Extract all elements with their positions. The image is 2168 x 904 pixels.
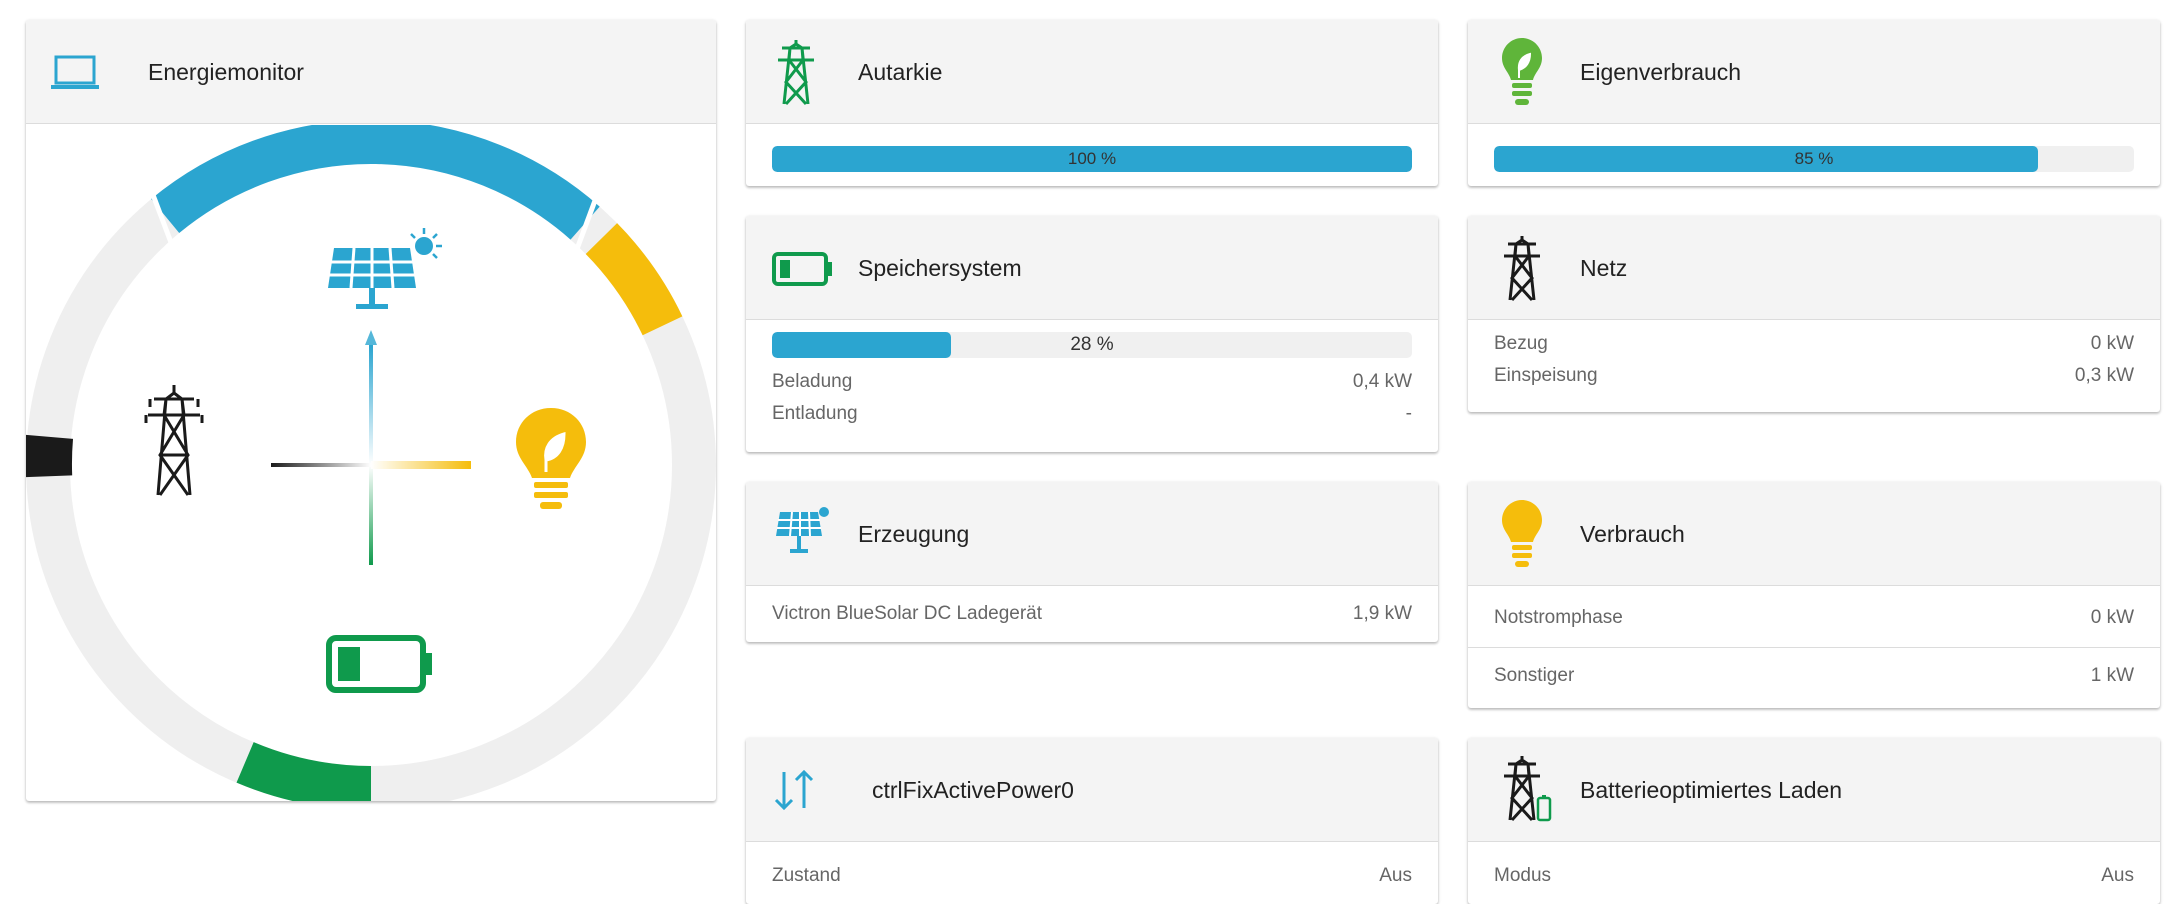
einspeisung-value: 0,3 kW bbox=[2074, 365, 2134, 386]
energiemonitor-card[interactable]: Energiemonitor bbox=[26, 20, 716, 801]
netz-header[interactable]: Netz bbox=[1468, 216, 2160, 320]
erzeugung-title: Erzeugung bbox=[858, 521, 970, 547]
eigenverbrauch-card[interactable]: Eigenverbrauch 85 % bbox=[1468, 20, 2160, 186]
verbrauch-header[interactable]: Verbrauch bbox=[1468, 482, 2160, 586]
swap-vertical-icon bbox=[772, 768, 818, 812]
flow-consumption bbox=[371, 461, 471, 469]
speichersystem-percent: 28 % bbox=[1070, 334, 1114, 355]
modus-label: Modus bbox=[1494, 865, 1552, 886]
notstromphase-row: Notstromphase 0 kW bbox=[1468, 590, 2160, 646]
erzeugung-source-label: Victron BlueSolar DC Ladegerät bbox=[772, 603, 1043, 624]
ctrl-header[interactable]: ctrlFixActivePower0 bbox=[746, 738, 1438, 842]
bezug-value: 0 kW bbox=[2090, 333, 2134, 354]
tower-battery-icon bbox=[1502, 754, 1554, 824]
beladung-row: Beladung 0,4 kW bbox=[746, 366, 1438, 398]
modus-row: Modus Aus bbox=[1468, 860, 2160, 892]
transmission-tower-icon bbox=[776, 38, 816, 106]
sonstiger-row: Sonstiger 1 kW bbox=[1468, 648, 2160, 704]
consumption-arc bbox=[585, 223, 683, 336]
battery-status-icon bbox=[772, 252, 834, 286]
bezug-label: Bezug bbox=[1494, 333, 1548, 354]
eigenverbrauch-title: Eigenverbrauch bbox=[1580, 59, 1742, 85]
zustand-row: Zustand Aus bbox=[746, 860, 1438, 892]
notstromphase-value: 0 kW bbox=[2090, 607, 2134, 628]
storage-arc bbox=[236, 742, 372, 801]
speichersystem-bar: 28 % bbox=[772, 332, 1412, 358]
batterieladen-header[interactable]: Batterieoptimiertes Laden bbox=[1468, 738, 2160, 842]
autarkie-percent: 100 % bbox=[1067, 149, 1117, 168]
eigenverbrauch-percent: 85 % bbox=[1794, 149, 1834, 168]
grid-arc bbox=[26, 434, 74, 478]
verbrauch-title: Verbrauch bbox=[1580, 521, 1685, 547]
autarkie-bar: 100 % bbox=[772, 146, 1412, 172]
solar-panel-small-icon bbox=[772, 504, 832, 560]
modus-value: Aus bbox=[2101, 865, 2134, 886]
ctrl-card[interactable]: ctrlFixActivePower0 Zustand Aus bbox=[746, 738, 1438, 904]
netz-card[interactable]: Netz Bezug 0 kW Einspeisung 0,3 kW bbox=[1468, 216, 2160, 412]
energiemonitor-title: Energiemonitor bbox=[148, 59, 304, 85]
flow-grid bbox=[271, 463, 371, 467]
speichersystem-title: Speichersystem bbox=[858, 255, 1022, 281]
erzeugung-row: Victron BlueSolar DC Ladegerät 1,9 kW bbox=[746, 598, 1438, 630]
einspeisung-label: Einspeisung bbox=[1494, 365, 1598, 386]
consumption-bulb-icon bbox=[1502, 500, 1542, 568]
ctrl-title: ctrlFixActivePower0 bbox=[872, 777, 1074, 803]
entladung-value: - bbox=[1405, 403, 1412, 424]
speichersystem-card[interactable]: Speichersystem 28 % Beladung 0,4 kW Entl… bbox=[746, 216, 1438, 452]
erzeugung-header[interactable]: Erzeugung bbox=[746, 482, 1438, 586]
bulb-icon bbox=[516, 408, 586, 509]
laptop-icon bbox=[50, 47, 100, 97]
flow-storage bbox=[369, 465, 373, 565]
entladung-row: Entladung - bbox=[746, 398, 1438, 430]
bezug-row: Bezug 0 kW bbox=[1468, 328, 2160, 360]
grid-icon bbox=[1502, 234, 1542, 302]
batterieladen-card[interactable]: Batterieoptimiertes Laden Modus Aus bbox=[1468, 738, 2160, 904]
einspeisung-row: Einspeisung 0,3 kW bbox=[1468, 360, 2160, 392]
zustand-value: Aus bbox=[1379, 865, 1412, 886]
batterieladen-title: Batterieoptimiertes Laden bbox=[1580, 777, 1843, 803]
eco-bulb-icon bbox=[1502, 38, 1542, 106]
notstromphase-label: Notstromphase bbox=[1494, 607, 1623, 628]
flow-production bbox=[369, 345, 373, 465]
grid-tower-icon bbox=[144, 385, 204, 496]
entladung-label: Entladung bbox=[772, 403, 858, 424]
erzeugung-source-value: 1,9 kW bbox=[1352, 603, 1412, 624]
sonstiger-label: Sonstiger bbox=[1494, 665, 1575, 686]
eigenverbrauch-header[interactable]: Eigenverbrauch bbox=[1468, 20, 2160, 124]
beladung-value: 0,4 kW bbox=[1352, 371, 1412, 392]
energy-flow-diagram bbox=[26, 119, 716, 801]
verbrauch-card[interactable]: Verbrauch Notstromphase 0 kW Sonstiger 1… bbox=[1468, 482, 2160, 708]
energiemonitor-header[interactable]: Energiemonitor bbox=[26, 20, 716, 124]
beladung-label: Beladung bbox=[772, 371, 853, 392]
eigenverbrauch-bar: 85 % bbox=[1494, 146, 2134, 172]
production-arc bbox=[151, 119, 600, 240]
battery-icon bbox=[326, 635, 432, 693]
autarkie-title: Autarkie bbox=[858, 59, 943, 85]
speichersystem-header[interactable]: Speichersystem bbox=[746, 216, 1438, 320]
autarkie-header[interactable]: Autarkie bbox=[746, 20, 1438, 124]
solar-panel-icon bbox=[328, 228, 442, 309]
zustand-label: Zustand bbox=[772, 865, 841, 886]
sonstiger-value: 1 kW bbox=[2090, 665, 2134, 686]
autarkie-card[interactable]: Autarkie 100 % bbox=[746, 20, 1438, 186]
erzeugung-card[interactable]: Erzeugung Victron BlueSolar DC Ladegerät… bbox=[746, 482, 1438, 642]
netz-title: Netz bbox=[1580, 255, 1628, 281]
